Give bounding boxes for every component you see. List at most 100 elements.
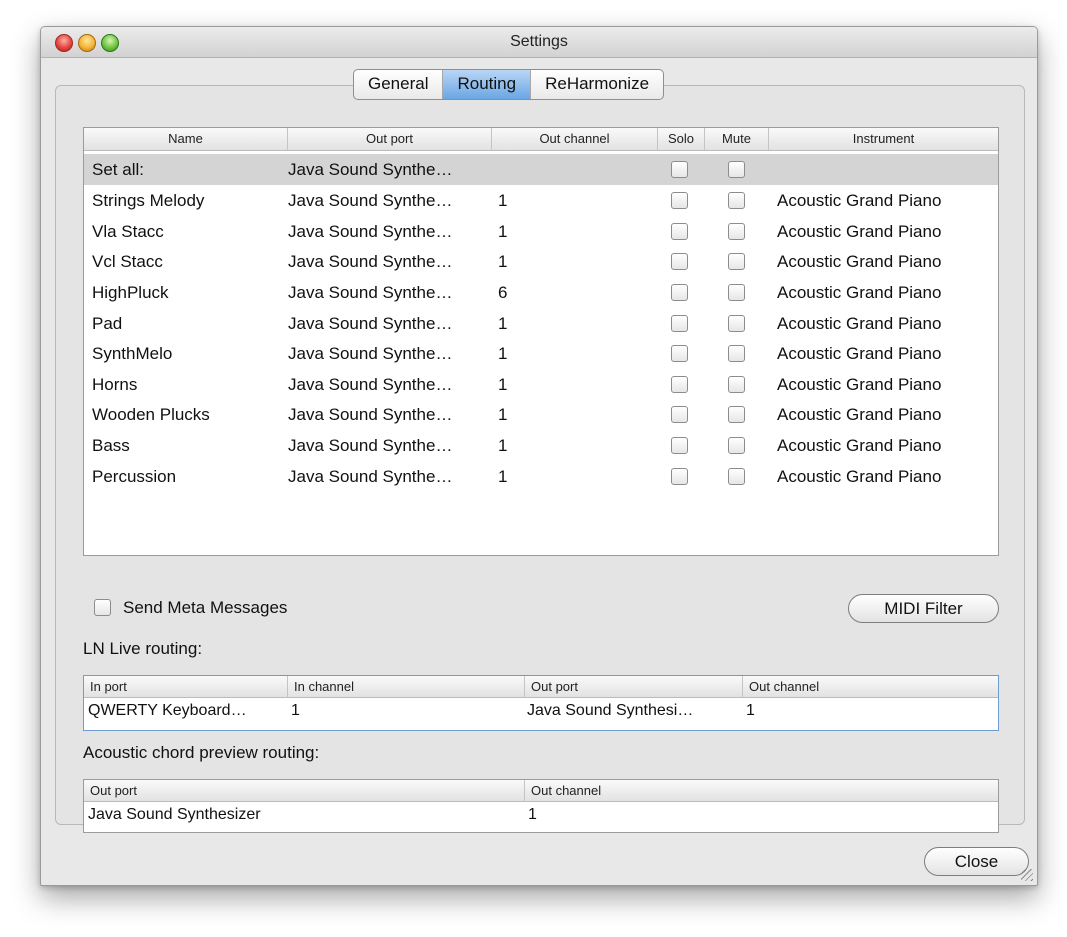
column-header-out-channel[interactable]: Out channel (743, 676, 998, 697)
track-solo-checkbox[interactable] (671, 437, 688, 454)
track-out-channel[interactable]: 1 (498, 308, 648, 339)
track-solo-checkbox[interactable] (671, 468, 688, 485)
set-all-out-channel[interactable] (498, 154, 648, 185)
track-mute-checkbox[interactable] (728, 468, 745, 485)
table-row[interactable]: Horns Java Sound Synthe… 1 Acoustic Gran… (84, 369, 998, 400)
track-out-port[interactable]: Java Sound Synthe… (288, 185, 488, 216)
send-meta-messages-checkbox[interactable] (94, 599, 111, 616)
table-row[interactable]: SynthMelo Java Sound Synthe… 1 Acoustic … (84, 338, 998, 369)
track-out-port[interactable]: Java Sound Synthe… (288, 369, 488, 400)
set-all-solo-checkbox[interactable] (671, 161, 688, 178)
resize-grip-icon[interactable] (1021, 869, 1033, 881)
set-all-out-port[interactable]: Java Sound Synthe… (288, 154, 488, 185)
set-all-name: Set all: (92, 160, 144, 179)
ln-live-in-port[interactable]: QWERTY Keyboard… (88, 699, 286, 723)
track-out-channel[interactable]: 1 (498, 369, 648, 400)
table-row[interactable]: HighPluck Java Sound Synthe… 6 Acoustic … (84, 277, 998, 308)
tab-reharmonize[interactable]: ReHarmonize (531, 70, 663, 99)
column-header-out-channel[interactable]: Out channel (492, 128, 658, 150)
track-mute-checkbox[interactable] (728, 437, 745, 454)
track-out-channel[interactable]: 1 (498, 338, 648, 369)
column-header-mute[interactable]: Mute (705, 128, 769, 150)
track-mute-checkbox[interactable] (728, 253, 745, 270)
track-solo-checkbox[interactable] (671, 376, 688, 393)
table-row[interactable]: Percussion Java Sound Synthe… 1 Acoustic… (84, 461, 998, 492)
track-instrument[interactable]: Acoustic Grand Piano (777, 308, 995, 339)
set-all-instrument[interactable] (777, 154, 995, 185)
ln-live-out-port[interactable]: Java Sound Synthesi… (527, 699, 740, 723)
tab-bar: General Routing ReHarmonize (353, 69, 665, 100)
ln-live-in-channel[interactable]: 1 (291, 699, 521, 723)
table-row[interactable]: Strings Melody Java Sound Synthe… 1 Acou… (84, 185, 998, 216)
track-solo-checkbox[interactable] (671, 345, 688, 362)
track-out-channel[interactable]: 1 (498, 246, 648, 277)
table-row[interactable]: Pad Java Sound Synthe… 1 Acoustic Grand … (84, 308, 998, 339)
track-out-channel[interactable]: 1 (498, 216, 648, 247)
track-out-channel[interactable]: 1 (498, 461, 648, 492)
column-header-name[interactable]: Name (84, 128, 288, 150)
table-row[interactable]: Vla Stacc Java Sound Synthe… 1 Acoustic … (84, 216, 998, 247)
column-header-in-channel[interactable]: In channel (288, 676, 525, 697)
track-out-channel[interactable]: 1 (498, 399, 648, 430)
track-instrument[interactable]: Acoustic Grand Piano (777, 277, 995, 308)
track-out-port[interactable]: Java Sound Synthe… (288, 308, 488, 339)
column-header-instrument[interactable]: Instrument (769, 128, 998, 150)
track-mute-checkbox[interactable] (728, 223, 745, 240)
column-header-in-port[interactable]: In port (84, 676, 288, 697)
column-header-solo[interactable]: Solo (658, 128, 705, 150)
track-out-port[interactable]: Java Sound Synthe… (288, 399, 488, 430)
table-row[interactable]: Bass Java Sound Synthe… 1 Acoustic Grand… (84, 430, 998, 461)
track-out-channel[interactable]: 1 (498, 430, 648, 461)
track-instrument[interactable]: Acoustic Grand Piano (777, 399, 995, 430)
track-out-port[interactable]: Java Sound Synthe… (288, 246, 488, 277)
track-instrument[interactable]: Acoustic Grand Piano (777, 430, 995, 461)
track-out-port[interactable]: Java Sound Synthe… (288, 461, 488, 492)
track-out-port[interactable]: Java Sound Synthe… (288, 338, 488, 369)
track-solo-checkbox[interactable] (671, 223, 688, 240)
column-header-out-port[interactable]: Out port (84, 780, 525, 801)
track-mute-checkbox[interactable] (728, 376, 745, 393)
track-mute-checkbox[interactable] (728, 284, 745, 301)
tab-general[interactable]: General (354, 70, 444, 99)
track-mute-checkbox[interactable] (728, 406, 745, 423)
track-instrument[interactable]: Acoustic Grand Piano (777, 216, 995, 247)
track-mute-checkbox[interactable] (728, 315, 745, 332)
track-out-port[interactable]: Java Sound Synthe… (288, 216, 488, 247)
close-button[interactable]: Close (924, 847, 1029, 876)
column-header-out-channel[interactable]: Out channel (525, 780, 998, 801)
table-row-set-all[interactable]: Set all: Java Sound Synthe… (84, 154, 998, 185)
send-meta-messages-label[interactable]: Send Meta Messages (123, 598, 287, 618)
column-header-out-port[interactable]: Out port (525, 676, 743, 697)
track-out-channel[interactable]: 1 (498, 185, 648, 216)
chord-preview-out-channel[interactable]: 1 (528, 803, 988, 827)
track-solo-checkbox[interactable] (671, 192, 688, 209)
track-instrument[interactable]: Acoustic Grand Piano (777, 461, 995, 492)
track-instrument[interactable]: Acoustic Grand Piano (777, 246, 995, 277)
chord-preview-out-port[interactable]: Java Sound Synthesizer (88, 803, 518, 827)
track-solo-checkbox[interactable] (671, 315, 688, 332)
ln-live-out-channel[interactable]: 1 (746, 699, 986, 723)
track-instrument[interactable]: Acoustic Grand Piano (777, 338, 995, 369)
title-bar[interactable]: Settings (41, 27, 1037, 58)
tab-routing[interactable]: Routing (443, 70, 532, 99)
track-solo-checkbox[interactable] (671, 253, 688, 270)
track-out-channel[interactable]: 6 (498, 277, 648, 308)
track-mute-checkbox[interactable] (728, 192, 745, 209)
track-out-port[interactable]: Java Sound Synthe… (288, 277, 488, 308)
track-mute-checkbox[interactable] (728, 345, 745, 362)
midi-filter-button[interactable]: MIDI Filter (848, 594, 999, 623)
table-row[interactable]: Wooden Plucks Java Sound Synthe… 1 Acous… (84, 399, 998, 430)
track-out-port[interactable]: Java Sound Synthe… (288, 430, 488, 461)
column-header-out-port[interactable]: Out port (288, 128, 492, 150)
track-instrument[interactable]: Acoustic Grand Piano (777, 369, 995, 400)
track-solo-checkbox[interactable] (671, 406, 688, 423)
track-name: Pad (92, 314, 123, 333)
track-solo-checkbox[interactable] (671, 284, 688, 301)
set-all-mute-checkbox[interactable] (728, 161, 745, 178)
track-name: Vla Stacc (92, 222, 164, 241)
table-row[interactable]: Vcl Stacc Java Sound Synthe… 1 Acoustic … (84, 246, 998, 277)
table-row[interactable]: QWERTY Keyboard… 1 Java Sound Synthesi… … (84, 699, 998, 723)
track-instrument[interactable]: Acoustic Grand Piano (777, 185, 995, 216)
table-row[interactable]: Java Sound Synthesizer 1 (84, 803, 998, 827)
track-name: Vcl Stacc (92, 252, 163, 271)
